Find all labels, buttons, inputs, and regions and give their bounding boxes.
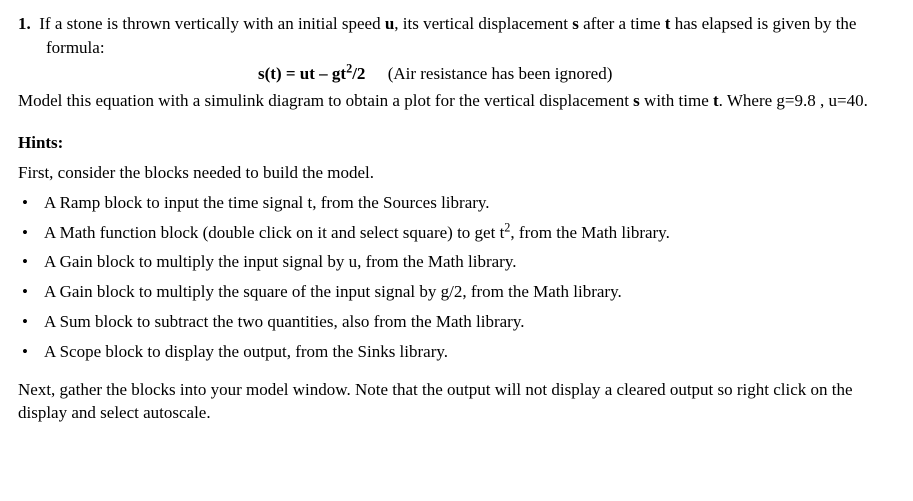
hint-text: A Math function block (double click on i… [44, 223, 670, 242]
list-item: • A Scope block to display the output, f… [18, 340, 895, 364]
bullet-icon: • [22, 280, 28, 304]
hints-heading: Hints: [18, 131, 895, 155]
hint-text: A Scope block to display the output, fro… [44, 342, 448, 361]
hints-list: • A Ramp block to input the time signal … [18, 191, 895, 364]
bullet-icon: • [22, 250, 28, 274]
intro-text-3: after a time [579, 14, 665, 33]
hint-text: A Gain block to multiply the square of t… [44, 282, 622, 301]
intro-var-u: u [385, 14, 394, 33]
bullet-icon: • [22, 310, 28, 334]
formula-line: s(t) = ut – gt2/2 (Air resistance has be… [18, 62, 895, 86]
bullet-icon: • [22, 221, 28, 245]
list-item: • A Sum block to subtract the two quanti… [18, 310, 895, 334]
hints-closing: Next, gather the blocks into your model … [18, 378, 895, 426]
intro-text-2: , its vertical displacement [394, 14, 572, 33]
intro-text-1: If a stone is thrown vertically with an … [39, 14, 385, 33]
hint-text: A Ramp block to input the time signal t,… [44, 193, 490, 212]
hint-text: A Gain block to multiply the input signa… [44, 252, 516, 271]
hints-intro: First, consider the blocks needed to bui… [18, 161, 895, 185]
question-body: Model this equation with a simulink diag… [18, 89, 895, 113]
list-item: • A Ramp block to input the time signal … [18, 191, 895, 215]
bullet-icon: • [22, 191, 28, 215]
bullet-icon: • [22, 340, 28, 364]
list-item: • A Math function block (double click on… [18, 221, 895, 245]
intro-var-s: s [572, 14, 579, 33]
formula-note: (Air resistance has been ignored) [388, 64, 613, 83]
question-intro: 1. If a stone is thrown vertically with … [46, 12, 895, 60]
hint-text: A Sum block to subtract the two quantiti… [44, 312, 524, 331]
list-item: • A Gain block to multiply the square of… [18, 280, 895, 304]
question-number: 1. [18, 14, 31, 33]
formula: s(t) = ut – gt2/2 [258, 64, 365, 83]
list-item: • A Gain block to multiply the input sig… [18, 250, 895, 274]
